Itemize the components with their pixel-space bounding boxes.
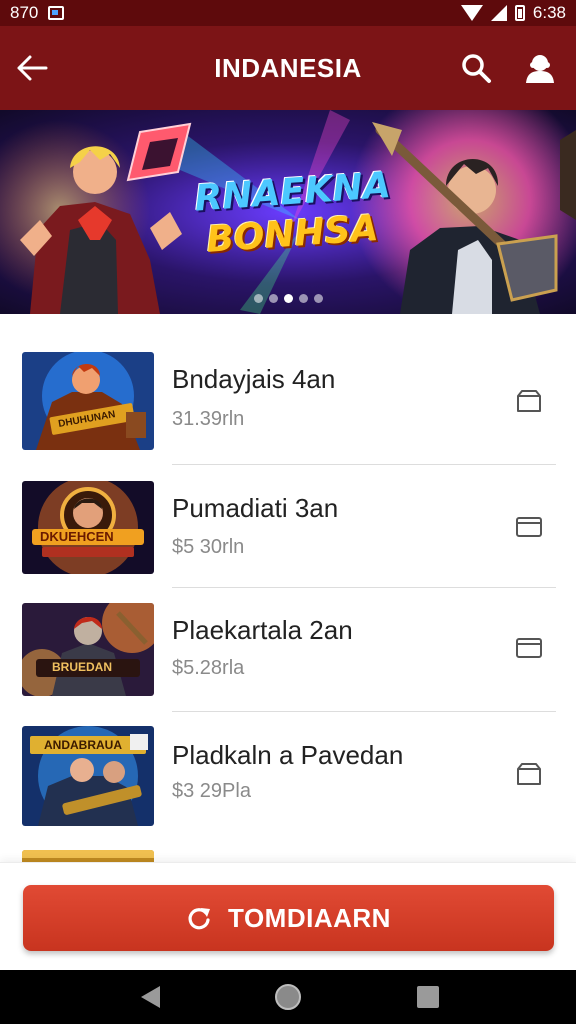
- carousel-dot-active[interactable]: [284, 294, 293, 303]
- profile-button[interactable]: [518, 46, 562, 90]
- thumbnail-label: BRUEDAN: [52, 660, 112, 674]
- box-icon: [517, 390, 541, 412]
- list-item[interactable]: ANDABRAUA Pladkaln a Pavedan $3 29Pla: [0, 712, 576, 836]
- open-box-button[interactable]: [513, 387, 545, 415]
- list-item[interactable]: DHUHUNAN Bndayjais 4an 31.39rln: [0, 338, 576, 465]
- status-clock: 6:38: [532, 3, 566, 22]
- carousel-dot[interactable]: [314, 294, 323, 303]
- nav-back-button[interactable]: [135, 982, 165, 1012]
- item-price: $5.28rla: [172, 657, 245, 679]
- item-title: Pladkaln a Pavedan: [172, 740, 404, 770]
- thumbnail-label: DKUEHCEN: [40, 529, 114, 544]
- circle-home-icon: [275, 984, 301, 1010]
- list-item[interactable]: [0, 850, 576, 862]
- battery-icon: [514, 5, 525, 21]
- refresh-cta-button[interactable]: TOMDIAARN: [23, 885, 554, 951]
- refresh-icon: [188, 908, 211, 930]
- item-price: 31.39rln: [172, 408, 245, 430]
- carousel-dot[interactable]: [299, 294, 308, 303]
- wifi-icon: [460, 5, 483, 21]
- signal-icon: [490, 5, 507, 21]
- item-thumbnail: [22, 850, 154, 862]
- bottom-action-area: TOMDIAARN: [0, 862, 576, 970]
- nav-home-button[interactable]: [273, 982, 303, 1012]
- promo-banner[interactable]: RNAEKNA BONHSA: [0, 110, 576, 314]
- user-avatar-icon: [526, 55, 554, 83]
- game-list: DHUHUNAN Bndayjais 4an 31.39rln DKUEHCEN…: [0, 314, 576, 862]
- status-time: 870: [10, 3, 39, 22]
- thumbnail-label: ANDABRAUA: [44, 738, 122, 752]
- item-title: Pumadiati 3an: [172, 493, 339, 523]
- item-thumbnail: DKUEHCEN: [22, 481, 154, 574]
- item-price: $3 29Pla: [172, 780, 251, 802]
- open-card-button[interactable]: [513, 634, 545, 662]
- carousel-dot[interactable]: [269, 294, 278, 303]
- triangle-back-icon: [141, 986, 160, 1008]
- nav-recents-button[interactable]: [413, 982, 443, 1012]
- open-card-button[interactable]: [513, 513, 545, 541]
- open-box-button[interactable]: [513, 760, 545, 788]
- app-bar: INDANESIA: [0, 26, 576, 110]
- search-icon: [462, 54, 491, 83]
- item-title: Bndayjais 4an: [172, 364, 336, 394]
- search-button[interactable]: [454, 46, 498, 90]
- item-thumbnail: ANDABRAUA: [22, 726, 154, 826]
- status-bar: 870 6:38: [0, 0, 576, 26]
- box-icon: [517, 763, 541, 785]
- card-icon: [516, 517, 542, 537]
- carousel-indicator: [254, 294, 323, 303]
- card-icon: [516, 638, 542, 658]
- banner-title: RNAEKNA BONHSA: [193, 165, 392, 262]
- list-item[interactable]: DKUEHCEN Pumadiati 3an $5 30rln: [0, 465, 576, 589]
- square-recents-icon: [417, 986, 439, 1008]
- item-thumbnail: BRUEDAN: [22, 603, 154, 696]
- item-price: $5 30rln: [172, 536, 245, 558]
- list-item[interactable]: BRUEDAN Plaekartala 2an $5.28rla: [0, 587, 576, 712]
- app-screen: 870 6:38 INDANESIA RNAEKNA BONHSA DHUHUN…: [0, 0, 576, 1024]
- item-title: Plaekartala 2an: [172, 615, 353, 645]
- carousel-dot[interactable]: [254, 294, 263, 303]
- cta-label: TOMDIAARN: [228, 902, 391, 933]
- item-thumbnail: DHUHUNAN: [22, 352, 154, 450]
- gallery-notification-icon: [48, 6, 65, 20]
- system-navigation-bar: [0, 970, 576, 1024]
